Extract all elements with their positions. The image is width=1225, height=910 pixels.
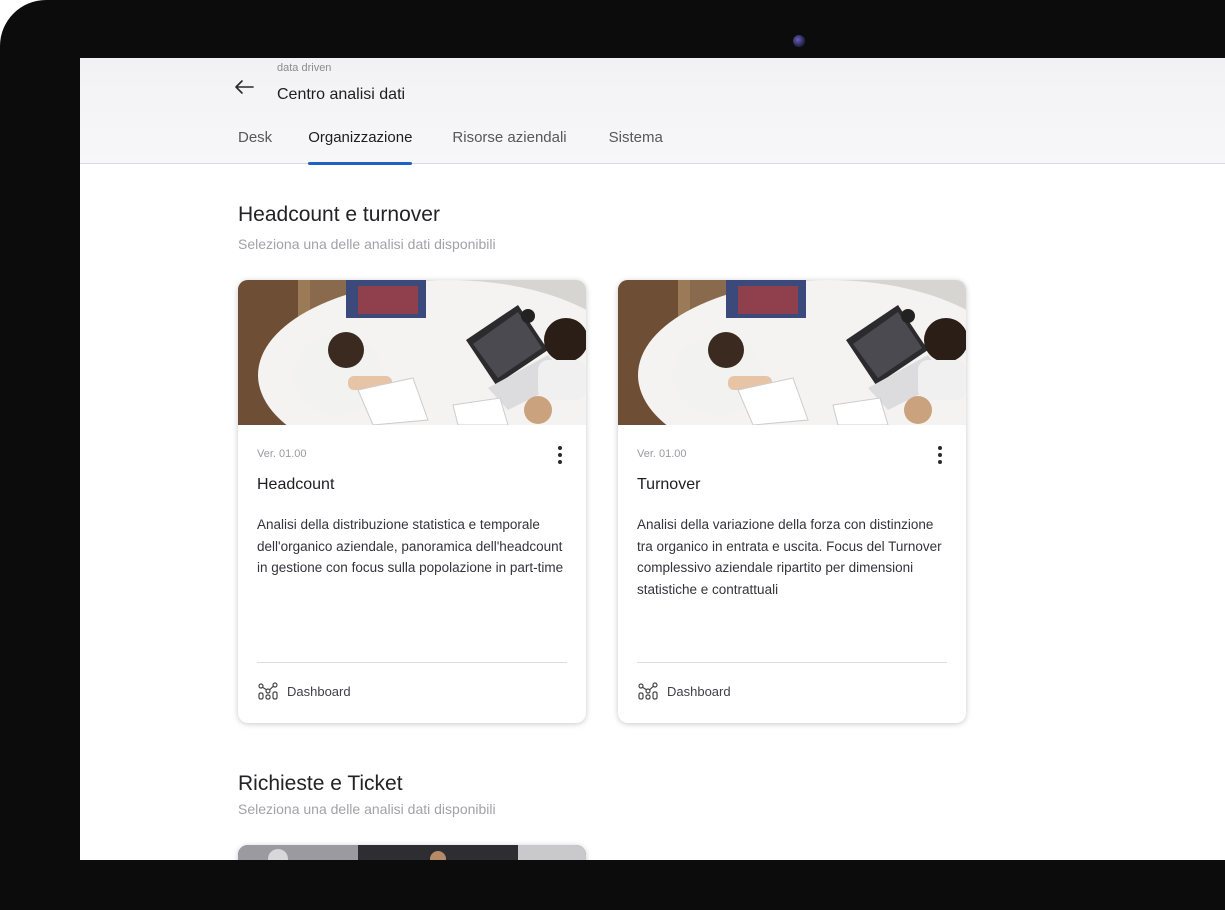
section-title-richieste: Richieste e Ticket — [238, 772, 403, 795]
card-divider — [257, 662, 567, 663]
page-header: data driven Centro analisi dati Desk Org… — [80, 58, 1225, 165]
back-button[interactable] — [232, 75, 256, 99]
section-subtitle-richieste: Seleziona una delle analisi dati disponi… — [238, 801, 496, 817]
page-title: Centro analisi dati — [277, 86, 406, 103]
card-image-meeting — [618, 280, 966, 425]
section-title-headcount: Headcount e turnover — [238, 203, 440, 226]
card-description: Analisi della distribuzione statistica e… — [257, 517, 564, 575]
tab-bar: Desk Organizzazione Risorse aziendali Si… — [238, 126, 663, 165]
analysis-card-headcount[interactable]: Ver. 01.00 Headcount Analisi della distr… — [238, 280, 586, 723]
tab-risorse-aziendali[interactable]: Risorse aziendali — [452, 126, 566, 164]
tab-sistema[interactable]: Sistema — [609, 126, 663, 164]
tab-desk[interactable]: Desk — [238, 126, 272, 164]
dashboard-chart-icon — [638, 682, 658, 700]
card-title: Turnover — [637, 476, 701, 493]
card-divider — [637, 662, 947, 663]
card-version: Ver. 01.00 — [637, 448, 687, 460]
card-description: Analisi della variazione della forza con… — [637, 517, 942, 597]
more-vertical-icon[interactable] — [548, 443, 572, 467]
card-title: Headcount — [257, 476, 335, 493]
card-version: Ver. 01.00 — [257, 448, 307, 460]
analysis-card-turnover[interactable]: Ver. 01.00 Turnover Analisi della variaz… — [618, 280, 966, 723]
tab-organizzazione[interactable]: Organizzazione — [308, 126, 413, 165]
footer-label: Dashboard — [667, 683, 731, 699]
card-image-meeting — [238, 280, 586, 425]
dashboard-chart-icon — [258, 682, 278, 700]
camera-icon — [793, 35, 805, 47]
footer-label: Dashboard — [287, 683, 351, 699]
card-footer-dashboard[interactable]: Dashboard — [257, 682, 351, 700]
analysis-card-partial[interactable] — [238, 845, 586, 860]
breadcrumb-parent: data driven — [277, 62, 332, 74]
card-footer-dashboard[interactable]: Dashboard — [637, 682, 731, 700]
device-bottom-bezel — [0, 860, 1225, 910]
more-vertical-icon[interactable] — [928, 443, 952, 467]
arrow-left-icon — [235, 80, 254, 94]
app-screen: data driven Centro analisi dati Desk Org… — [80, 58, 1225, 860]
section-subtitle-headcount: Seleziona una delle analisi dati disponi… — [238, 236, 496, 252]
